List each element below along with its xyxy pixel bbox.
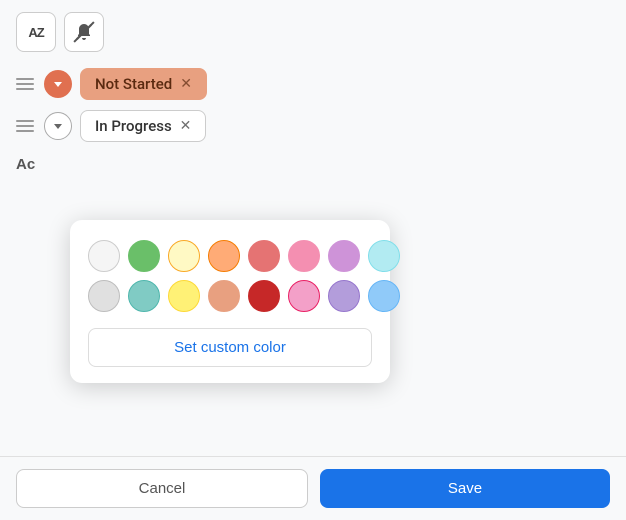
strikethrough-button[interactable]	[64, 12, 104, 52]
color-swatch-r2-2[interactable]	[128, 280, 160, 312]
tag-label-not-started: Not Started	[95, 75, 172, 93]
color-swatch-r1-3[interactable]	[168, 240, 200, 272]
chevron-down-icon-1	[54, 82, 62, 87]
add-filter-button[interactable]: Ac	[16, 156, 35, 173]
save-button[interactable]: Save	[320, 469, 610, 508]
cancel-button[interactable]: Cancel	[16, 469, 308, 508]
drag-handle-2[interactable]	[16, 120, 36, 132]
color-swatch-r2-5[interactable]	[248, 280, 280, 312]
color-picker-popup: Set custom color	[70, 220, 390, 383]
filter-rows: Not Started ✕ In Progress ✕	[0, 68, 626, 142]
color-swatch-r2-6[interactable]	[288, 280, 320, 312]
toggle-btn-2[interactable]	[44, 112, 72, 140]
color-swatch-r1-8[interactable]	[368, 240, 400, 272]
close-icon-not-started[interactable]: ✕	[180, 76, 192, 92]
bell-strikethrough-icon	[74, 22, 94, 42]
color-swatch-r2-1[interactable]	[88, 280, 120, 312]
color-swatch-r1-2[interactable]	[128, 240, 160, 272]
color-swatch-r2-7[interactable]	[328, 280, 360, 312]
add-row: Ac	[0, 146, 626, 181]
bottom-bar: Cancel Save	[0, 456, 626, 520]
az-button[interactable]: AZ	[16, 12, 56, 52]
color-swatch-r1-7[interactable]	[328, 240, 360, 272]
close-icon-in-progress[interactable]: ✕	[180, 118, 192, 134]
color-swatch-r1-6[interactable]	[288, 240, 320, 272]
color-swatch-r1-5[interactable]	[248, 240, 280, 272]
drag-handle-1[interactable]	[16, 78, 36, 90]
az-icon: AZ	[28, 25, 43, 40]
tag-label-in-progress: In Progress	[95, 117, 172, 135]
color-grid	[88, 240, 372, 312]
color-swatch-r1-4[interactable]	[208, 240, 240, 272]
main-area: AZ Not Started	[0, 0, 626, 520]
color-swatch-r2-3[interactable]	[168, 280, 200, 312]
color-swatch-r2-8[interactable]	[368, 280, 400, 312]
set-custom-color-button[interactable]: Set custom color	[88, 328, 372, 367]
tag-chip-in-progress[interactable]: In Progress ✕	[80, 110, 206, 142]
tag-chip-not-started[interactable]: Not Started ✕	[80, 68, 207, 100]
chevron-down-icon-2	[54, 124, 62, 129]
color-swatch-r1-1[interactable]	[88, 240, 120, 272]
toolbar: AZ	[0, 0, 626, 64]
toggle-btn-1[interactable]	[44, 70, 72, 98]
color-swatch-r2-4[interactable]	[208, 280, 240, 312]
filter-row-1: Not Started ✕	[16, 68, 610, 100]
filter-row-2: In Progress ✕	[16, 110, 610, 142]
